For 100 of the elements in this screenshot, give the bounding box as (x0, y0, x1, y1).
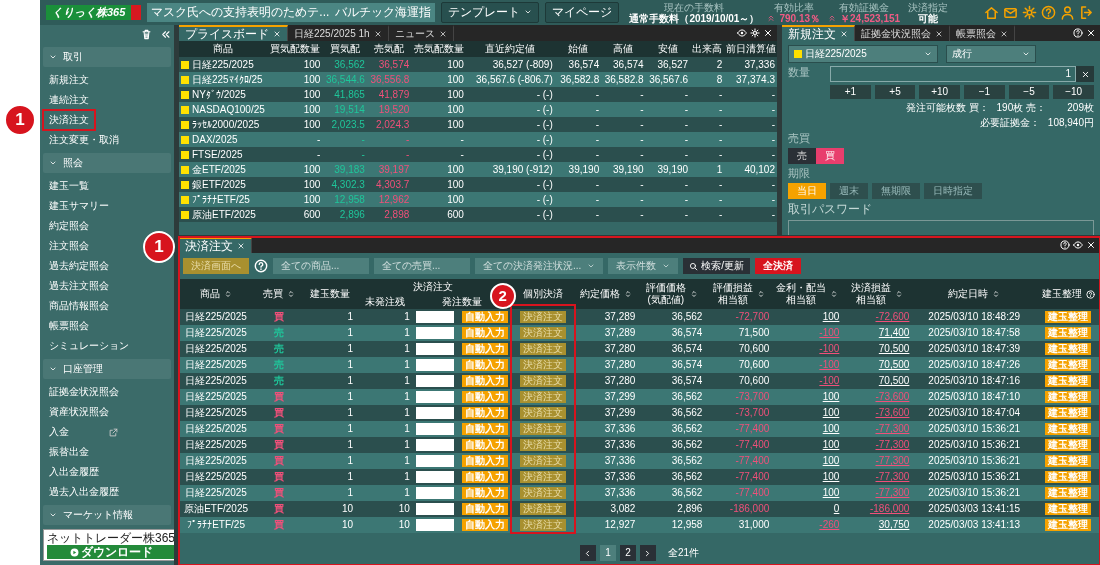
sidebar-item[interactable]: 過去入出金履歴 (43, 482, 125, 502)
sidebar-item[interactable]: 振替出金 (43, 442, 95, 462)
interest-link[interactable]: -100 (819, 375, 840, 386)
product-cell[interactable]: 日経225/2025 (179, 57, 268, 72)
step-button[interactable]: +10 (919, 85, 960, 99)
panel-tab[interactable]: 証拠金状況照会 (855, 25, 950, 41)
mail-icon[interactable] (1003, 5, 1018, 20)
step-button[interactable]: −5 (1008, 85, 1050, 99)
home-icon[interactable] (984, 5, 999, 20)
close-icon[interactable] (763, 28, 773, 38)
password-field[interactable] (788, 219, 1094, 235)
interest-link[interactable]: 100 (822, 423, 840, 434)
product-cell[interactable]: ﾗｯｾﾙ2000/2025 (179, 117, 268, 132)
filter-dropdown[interactable]: 表示件数 (608, 258, 679, 274)
page-button[interactable]: 2 (619, 545, 636, 561)
sidebar-item[interactable]: 建玉一覧 (43, 176, 95, 196)
step-button[interactable]: −1 (964, 85, 1005, 99)
sort-icon[interactable] (286, 290, 295, 298)
search-button[interactable]: 検索/更新 (683, 258, 751, 274)
close-icon[interactable] (438, 30, 447, 38)
step-button[interactable]: −10 (1053, 85, 1095, 99)
sort-icon[interactable] (895, 290, 904, 298)
interest-link[interactable]: 100 (822, 455, 840, 466)
side-toggle[interactable]: 売 (788, 148, 816, 165)
sidebar-item[interactable]: 注文照会 (43, 236, 95, 256)
quantity-input[interactable] (415, 423, 454, 435)
sidebar-item[interactable]: 建玉サマリー (43, 196, 115, 216)
sidebar-item[interactable]: 証拠金状況照会 (43, 382, 125, 402)
sidebar-item[interactable]: 帳票照会 (43, 316, 95, 336)
sort-icon[interactable] (992, 290, 1001, 298)
quantity-input[interactable] (415, 439, 454, 451)
settlement-pnl-link[interactable]: -73,600 (875, 407, 910, 418)
panel-tab[interactable]: 帳票照会 (950, 25, 1015, 41)
quantity-input[interactable] (415, 343, 454, 355)
quantity-input[interactable] (415, 503, 454, 515)
close-icon[interactable] (935, 30, 943, 38)
clear-button[interactable] (1076, 66, 1094, 82)
interest-link[interactable]: 100 (822, 391, 840, 402)
quantity-field[interactable]: 1 (830, 66, 1076, 82)
term-toggle[interactable]: 週末 (830, 183, 868, 200)
settlement-pnl-link[interactable]: -186,000 (869, 503, 910, 514)
quantity-input[interactable] (415, 327, 454, 339)
sidebar-section[interactable]: 照会 (43, 153, 171, 173)
trash-icon[interactable] (141, 29, 152, 40)
news-ticker[interactable]: マスク氏への支持表明のためテ... バルチック海運指 (147, 3, 436, 22)
sidebar-item[interactable]: シミュレーション (43, 336, 135, 356)
interest-link[interactable]: -100 (819, 343, 840, 354)
product-cell[interactable]: 金ETF/2025 (179, 162, 268, 177)
product-cell[interactable]: NYﾀﾞｳ/2025 (179, 87, 268, 102)
filter-dropdown[interactable]: 全ての決済発注状況... (475, 258, 604, 274)
step-button[interactable]: +1 (830, 85, 871, 99)
settlement-pnl-link[interactable]: 70,500 (878, 375, 910, 386)
sidebar-item[interactable]: 決済注文 (43, 110, 95, 130)
sidebar-item[interactable]: 注文変更・取消 (43, 130, 125, 150)
logout-icon[interactable] (1079, 5, 1094, 20)
term-toggle[interactable]: 無期限 (872, 183, 920, 200)
filter-field[interactable]: 全ての売買... (374, 258, 470, 274)
column-header[interactable]: 約定日時 (948, 288, 989, 300)
close-all-button[interactable]: 全決済 (755, 258, 802, 274)
interest-link[interactable]: 0 (833, 503, 840, 514)
close-icon[interactable] (1086, 240, 1096, 250)
close-icon[interactable] (1000, 30, 1008, 38)
sidebar-item[interactable]: 過去注文照会 (43, 276, 115, 296)
filter-field[interactable]: 全ての商品... (273, 258, 369, 274)
panel-tab[interactable]: 新規注文 (782, 25, 855, 41)
interest-link[interactable]: 100 (822, 439, 840, 450)
close-icon[interactable] (1086, 28, 1096, 38)
sidebar-section[interactable]: マーケット情報 (43, 505, 171, 525)
sidebar-item[interactable]: 入金 (49, 426, 69, 438)
quantity-input[interactable] (415, 455, 454, 467)
quantity-input[interactable] (415, 519, 454, 531)
column-header[interactable]: 商品 (200, 288, 221, 300)
settlement-pnl-link[interactable]: 70,500 (878, 359, 910, 370)
settlement-pnl-link[interactable]: -77,300 (875, 439, 910, 450)
sidebar-section[interactable]: 取引 (43, 47, 171, 67)
sort-icon[interactable] (756, 290, 765, 298)
product-cell[interactable]: 銀ETF/2025 (179, 177, 268, 192)
page-button[interactable]: 1 (599, 545, 616, 561)
sidebar-item[interactable]: 資産状況照会 (43, 402, 115, 422)
order-type-select[interactable]: 成行 (946, 45, 1036, 63)
interest-link[interactable]: 100 (822, 487, 840, 498)
sidebar-item[interactable]: 入出金履歴 (43, 462, 105, 482)
user-icon[interactable] (1060, 5, 1075, 20)
step-button[interactable]: +5 (874, 85, 916, 99)
product-cell[interactable]: DAX/2025 (179, 132, 268, 147)
collapse-icon[interactable] (160, 29, 171, 40)
term-toggle[interactable]: 日時指定 (924, 183, 982, 200)
quantity-input[interactable] (415, 375, 454, 387)
sidebar-item[interactable]: 過去約定照会 (43, 256, 115, 276)
settlement-pnl-link[interactable]: -72,600 (875, 311, 910, 322)
sidebar-item[interactable]: 連続注文 (43, 90, 95, 110)
sidebar-item[interactable]: 約定照会 (43, 216, 95, 236)
logo[interactable]: くりっく株365 (46, 4, 142, 21)
sort-icon[interactable] (624, 290, 633, 298)
quantity-input[interactable] (415, 487, 454, 499)
settlement-pnl-link[interactable]: 30,750 (878, 519, 910, 530)
side-toggle[interactable]: 買 (816, 148, 844, 165)
eye-icon[interactable] (1073, 240, 1083, 250)
interest-link[interactable]: 100 (822, 407, 840, 418)
column-header[interactable]: 売買 (262, 288, 283, 300)
